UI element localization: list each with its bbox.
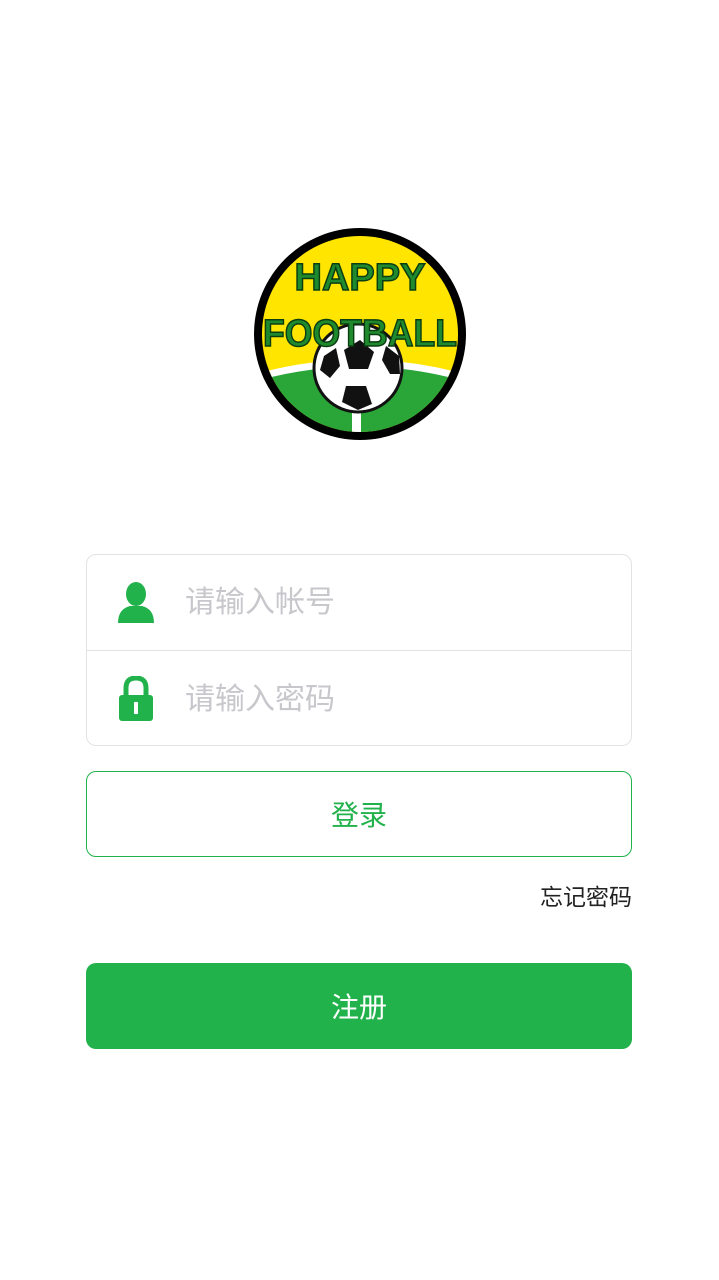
account-row [87,555,631,651]
password-row [87,651,631,747]
login-form [86,554,632,746]
happy-football-logo: HAPPY FOOTBALL [254,228,466,440]
forgot-password-link[interactable]: 忘记密码 [540,878,632,912]
lock-icon [115,675,157,723]
login-button[interactable]: 登录 [86,771,632,857]
register-button[interactable]: 注册 [86,963,632,1049]
logo-text-line1: HAPPY [295,257,426,299]
logo-text-line2: FOOTBALL [263,313,457,355]
user-icon [115,579,157,627]
account-input[interactable] [185,572,585,633]
password-input[interactable] [185,669,585,729]
